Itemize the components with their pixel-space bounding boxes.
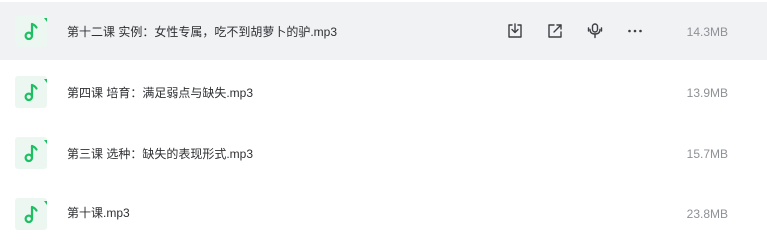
audio-file-icon — [15, 76, 47, 108]
file-list: 第十二课 实例：女性专属，吃不到胡萝卜的驴.mp3 14.3MB 第四课 培育：… — [0, 0, 767, 249]
file-name[interactable]: 第十二课 实例：女性专属，吃不到胡萝卜的驴.mp3 — [67, 24, 337, 40]
file-size: 13.9MB — [686, 86, 728, 100]
file-row[interactable]: 第十课.mp3 23.8MB — [0, 185, 767, 243]
file-name[interactable]: 第十课.mp3 — [67, 205, 130, 221]
audio-file-icon — [15, 198, 47, 230]
more-icon[interactable] — [625, 21, 645, 41]
row-actions — [505, 21, 645, 41]
file-size: 23.8MB — [686, 207, 728, 221]
file-row[interactable]: 第十二课 实例：女性专属，吃不到胡萝卜的驴.mp3 14.3MB — [0, 2, 767, 60]
download-icon[interactable] — [505, 21, 525, 41]
podcast-icon[interactable] — [585, 21, 605, 41]
file-size: 15.7MB — [686, 147, 728, 161]
file-row[interactable]: 第四课 培育：满足弱点与缺失.mp3 13.9MB — [0, 63, 767, 121]
file-size: 14.3MB — [686, 25, 728, 39]
audio-file-icon — [15, 137, 47, 169]
audio-file-icon — [15, 15, 47, 47]
share-icon[interactable] — [545, 21, 565, 41]
file-row[interactable]: 第三课 选种：缺失的表现形式.mp3 15.7MB — [0, 124, 767, 182]
file-name[interactable]: 第三课 选种：缺失的表现形式.mp3 — [67, 146, 253, 162]
file-name[interactable]: 第四课 培育：满足弱点与缺失.mp3 — [67, 85, 253, 101]
